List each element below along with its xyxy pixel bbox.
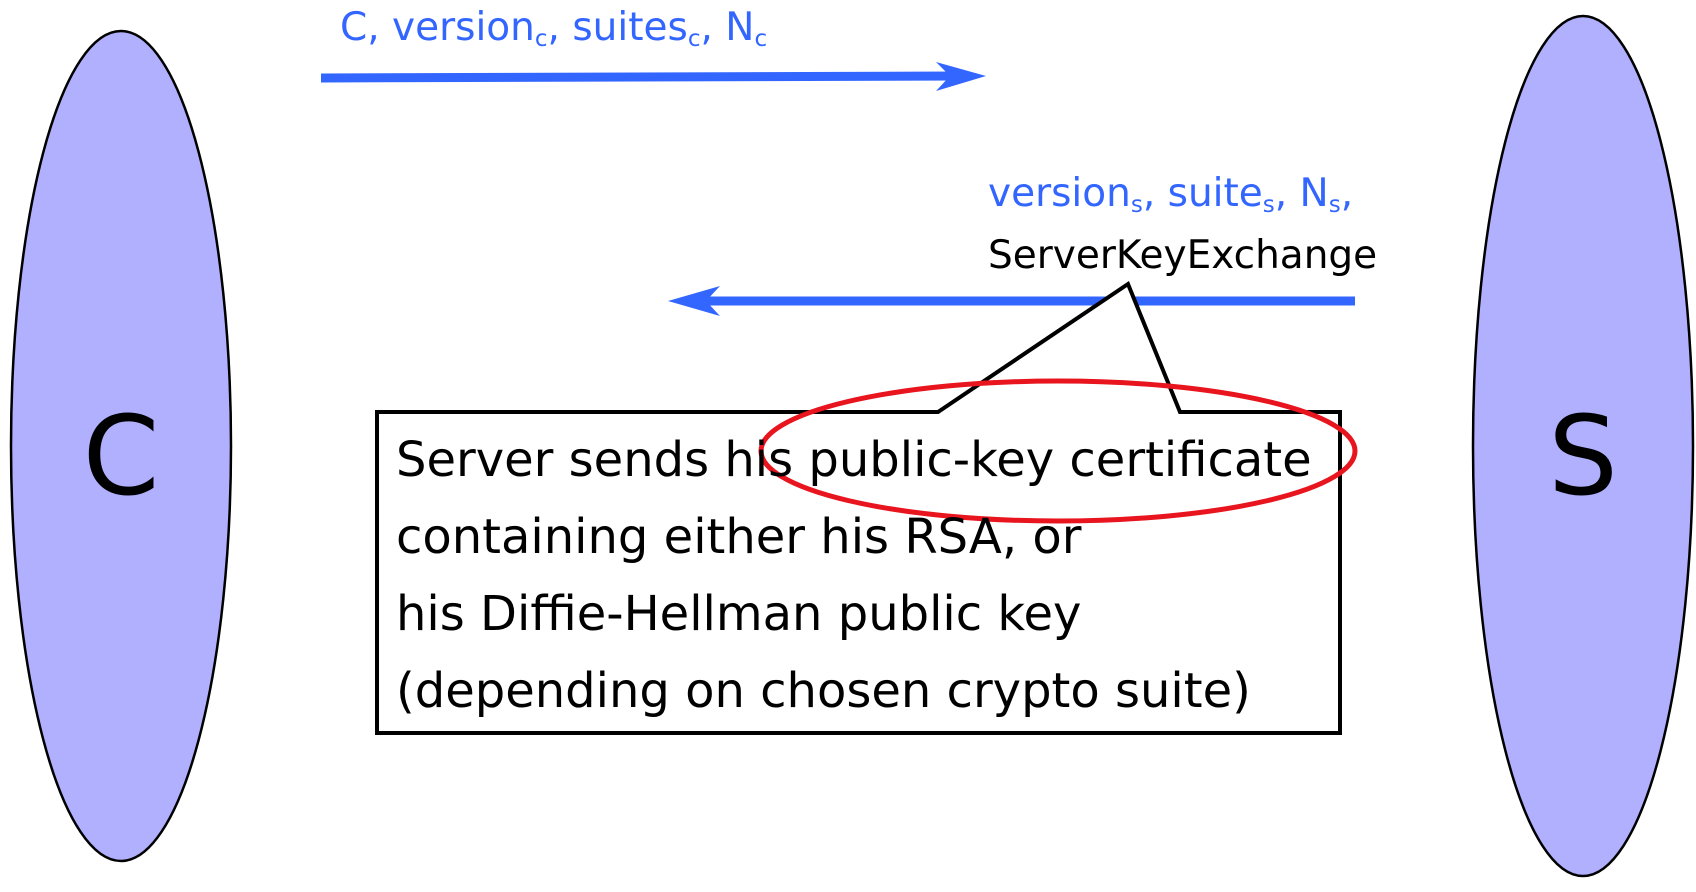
client-hello-part: C, version — [340, 5, 535, 50]
server-hello-subscript: s — [1130, 191, 1143, 218]
server-hello-label: versions, suites, Ns, — [988, 171, 1354, 216]
server-hello-part: , suite — [1142, 171, 1263, 216]
callout-line: his Diffie-Hellman public key — [396, 586, 1082, 642]
callout-line: Server sends his public-key certificate — [396, 432, 1312, 488]
client-hello-subscript: c — [534, 25, 548, 52]
server-hello-part: version — [988, 171, 1131, 216]
server-hello-part: , — [1340, 171, 1354, 216]
server-hello-arrow — [668, 286, 1355, 316]
client-hello-arrow — [320, 62, 986, 91]
server-label: S — [1548, 392, 1618, 520]
server-hello-subscript: s — [1262, 191, 1275, 218]
tls-handshake-diagram: C S C, versionc, suitesc, Nc versions, s… — [0, 0, 1696, 892]
client-label: C — [82, 392, 160, 520]
server-hello-part: , N — [1274, 171, 1329, 216]
server-key-exchange-label: ServerKeyExchange — [988, 233, 1378, 278]
client-hello-label: C, versionc, suitesc, Nc — [340, 5, 767, 50]
callout-line: containing either his RSA, or — [396, 509, 1082, 565]
client-hello-part: , N — [700, 5, 755, 50]
server-hello-subscript: s — [1328, 191, 1341, 218]
callout-line: (depending on chosen crypto suite) — [396, 663, 1251, 719]
client-hello-part: , suites — [547, 5, 688, 50]
client-hello-subscript: c — [754, 25, 768, 52]
callout-text: Server sends his public-key certificate … — [396, 422, 1312, 730]
client-hello-subscript: c — [687, 25, 701, 52]
